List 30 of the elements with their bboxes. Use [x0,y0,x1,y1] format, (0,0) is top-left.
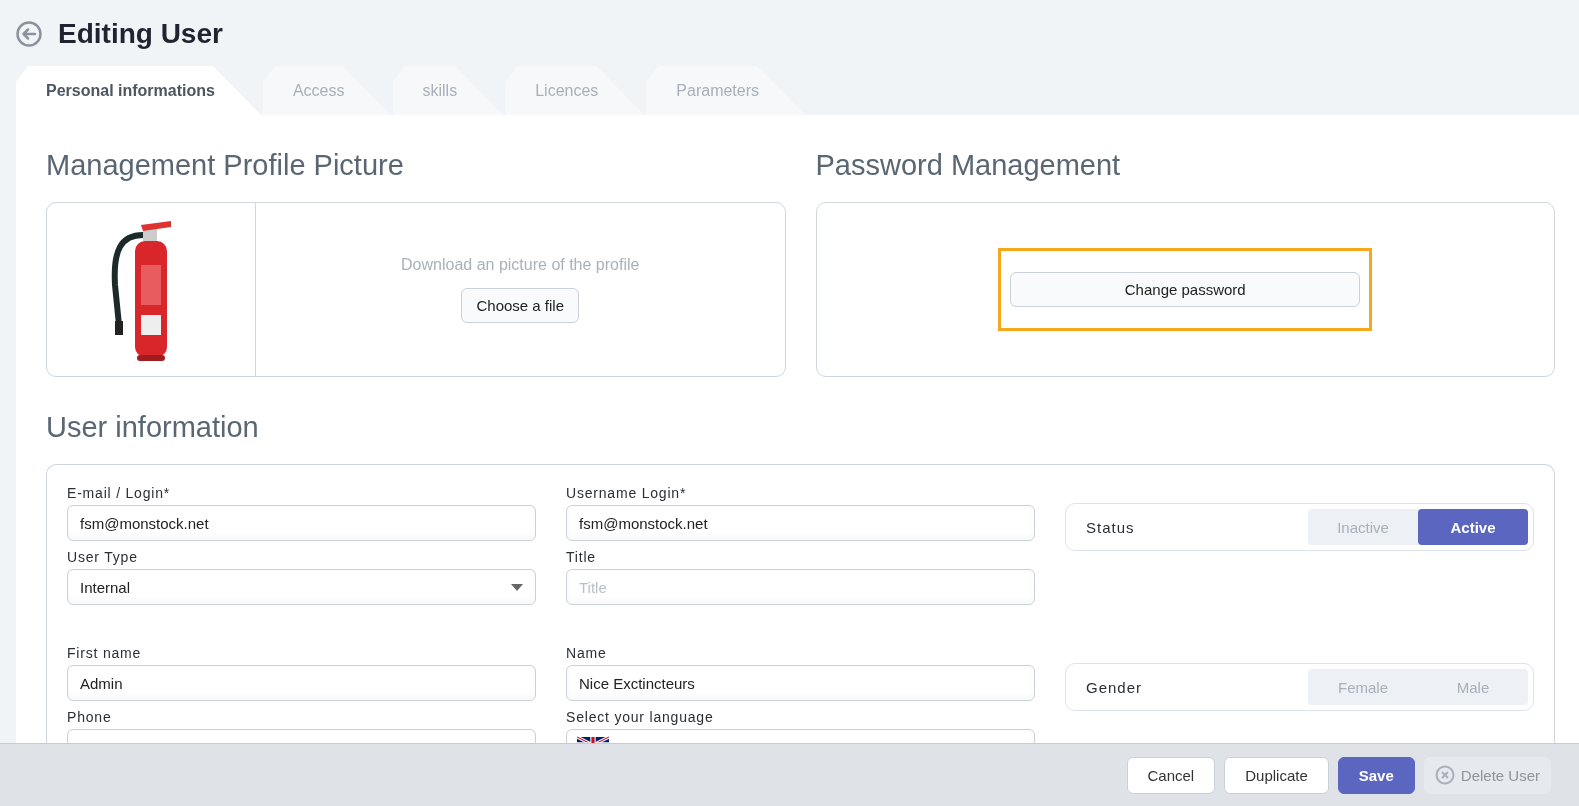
input-field[interactable]: fsm@monstock.net [566,505,1035,541]
field-label: First name [67,645,143,661]
section-heading: User information [46,411,260,444]
field-label: User Type [67,549,139,565]
section-heading: Password Management [815,149,1122,182]
field-label: Username Login* [566,485,688,501]
change-password-button[interactable]: Change password [1010,272,1361,307]
field-label: Select your language [566,709,715,725]
caret-icon [511,584,523,591]
footer-button[interactable]: Save [1337,756,1415,794]
input-field[interactable]: fsm@monstock.net [67,505,536,541]
field-label: Name [566,645,608,661]
footer-button[interactable]: Duplicate [1224,756,1329,794]
field-label: E-mail / Login* [67,485,172,501]
toggle-label: Status [1086,518,1136,536]
select-field[interactable]: Internal [67,569,536,605]
page-title: Editing User [58,18,223,50]
close-icon [1434,765,1455,785]
back-icon[interactable] [16,21,42,47]
tab[interactable]: Personal informations [16,66,261,115]
toggle-label: Gender [1086,678,1144,696]
section-heading: Management Profile Picture [46,149,405,182]
field-label: Phone [67,709,113,725]
upload-hint: Download an picture of the profile [401,256,640,274]
field-label: Title [566,549,597,565]
choose-file-button[interactable]: Choose a file [461,288,580,323]
input-field[interactable]: Nice Exctincteurs [566,665,1035,701]
input-field[interactable]: Admin [67,665,536,701]
segment-option[interactable]: Active [1418,509,1528,545]
footer-button[interactable]: Cancel [1126,756,1216,794]
